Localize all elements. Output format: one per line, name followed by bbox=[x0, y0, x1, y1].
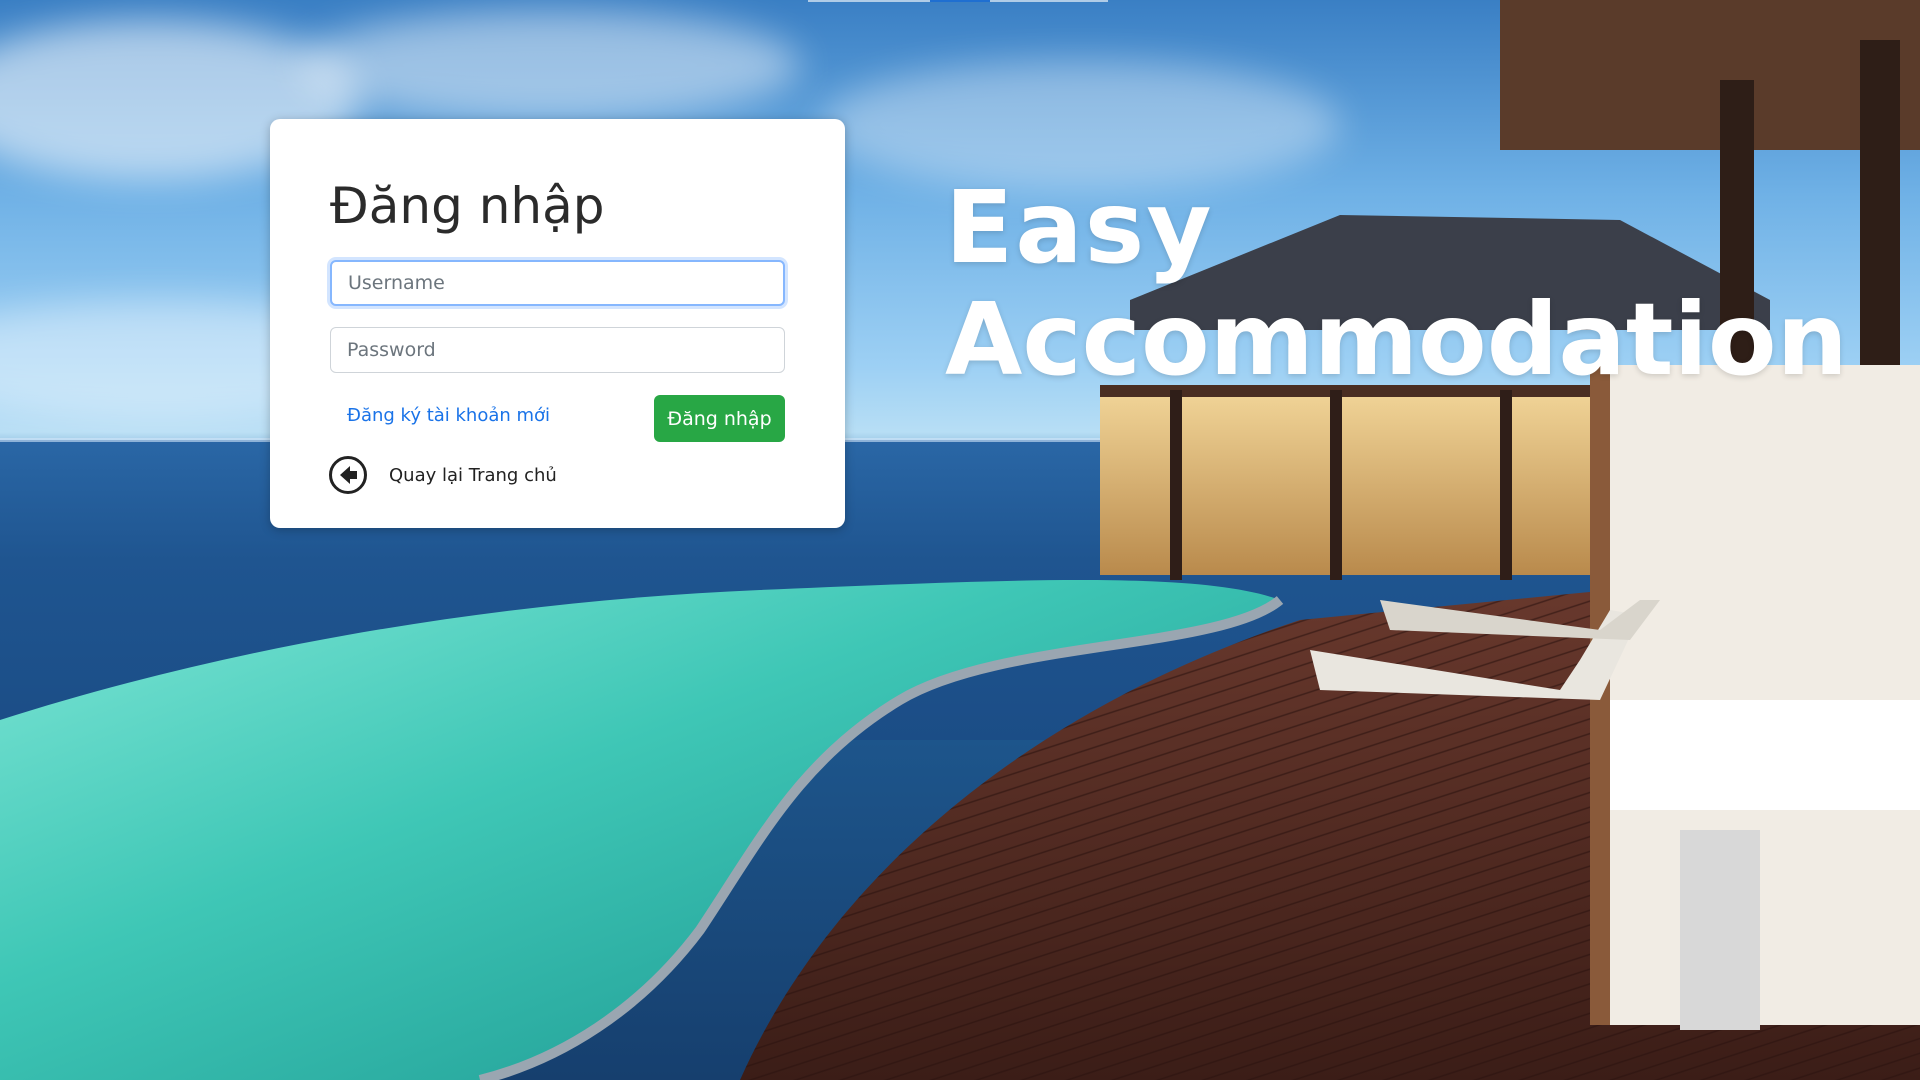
hero-line-1: Easy bbox=[945, 169, 1214, 286]
login-button[interactable]: Đăng nhập bbox=[654, 395, 785, 442]
password-input[interactable] bbox=[330, 327, 785, 373]
daybed-cushion bbox=[1610, 700, 1920, 810]
back-home-label[interactable]: Quay lại Trang chủ bbox=[389, 465, 557, 486]
arrow-left-circle-icon[interactable] bbox=[328, 455, 368, 495]
villa-pillar bbox=[1500, 390, 1512, 580]
background-scene: Easy Accommodation Đăng nhập Đăng ký tài… bbox=[0, 0, 1920, 1080]
back-home-link[interactable]: Quay lại Trang chủ bbox=[328, 455, 557, 495]
hero-headline: Easy Accommodation bbox=[945, 178, 1848, 390]
daybed-stripe bbox=[1680, 830, 1760, 1030]
villa-pillar bbox=[1170, 390, 1182, 580]
username-input[interactable] bbox=[330, 260, 785, 306]
villa-pillar bbox=[1330, 390, 1342, 580]
register-link[interactable]: Đăng ký tài khoản mới bbox=[347, 405, 550, 426]
hero-line-2: Accommodation bbox=[945, 281, 1848, 398]
villa-interior bbox=[1100, 385, 1660, 575]
login-title: Đăng nhập bbox=[330, 177, 605, 235]
pavilion-roof bbox=[1500, 0, 1920, 150]
login-card: Đăng nhập Đăng ký tài khoản mới Đăng nhậ… bbox=[270, 119, 845, 528]
top-progress-indicator bbox=[930, 0, 990, 2]
